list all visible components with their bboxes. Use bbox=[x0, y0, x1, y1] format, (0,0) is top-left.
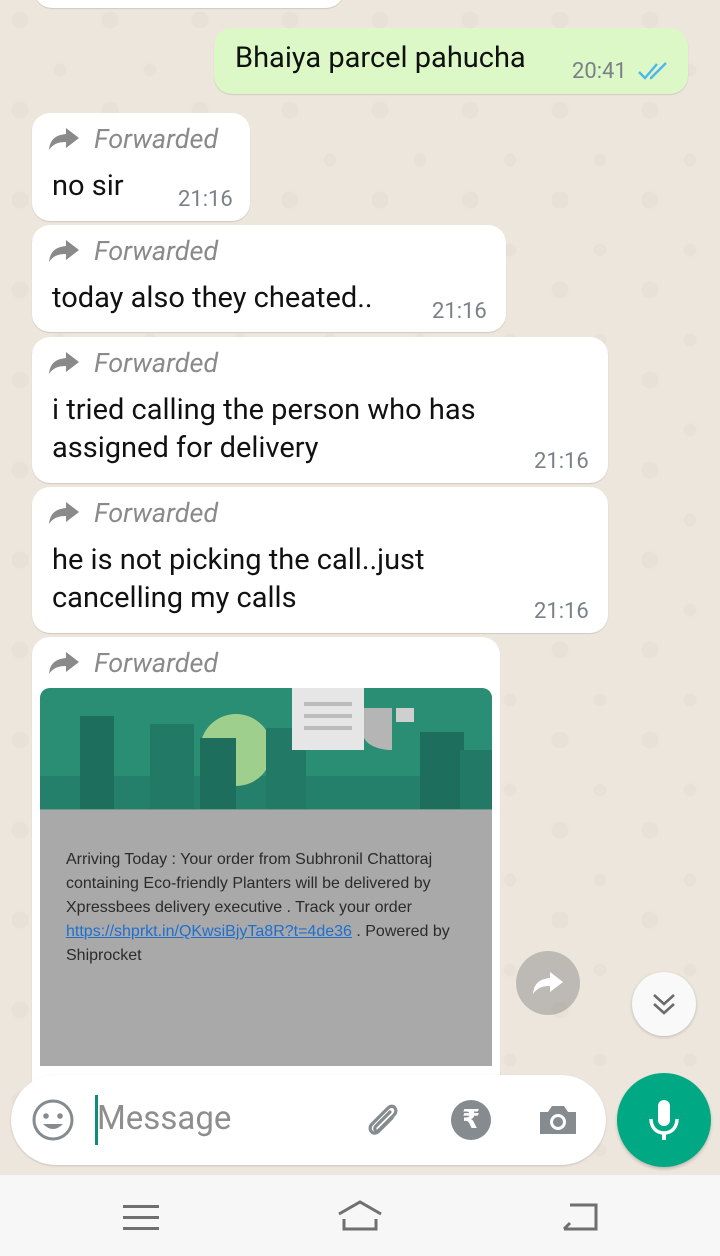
forwarded-icon bbox=[49, 352, 79, 374]
message-text: today also they cheated.. bbox=[52, 281, 373, 315]
message-time: 21:16 bbox=[178, 187, 233, 212]
menu-icon[interactable] bbox=[123, 1203, 159, 1233]
payment-button[interactable]: ₹ bbox=[451, 1100, 491, 1140]
message-time: 20:41 bbox=[572, 59, 627, 84]
microphone-icon bbox=[649, 1100, 679, 1140]
message-time: 21:16 bbox=[534, 599, 589, 624]
forwarded-icon bbox=[49, 128, 79, 150]
previous-message-bubble[interactable] bbox=[34, 0, 344, 8]
incoming-message-bubble[interactable]: Forwarded he is not picking the call..ju… bbox=[32, 487, 608, 633]
rupee-icon: ₹ bbox=[461, 1105, 481, 1135]
message-text-line: cancelling my calls bbox=[52, 581, 297, 615]
system-navigation-bar bbox=[0, 1175, 720, 1256]
forwarded-icon bbox=[49, 502, 79, 524]
message-text-line: he is not picking the call..just bbox=[52, 543, 425, 577]
paperclip-icon[interactable] bbox=[360, 1098, 404, 1142]
incoming-message-bubble[interactable]: Forwarded no sir 21:16 bbox=[32, 113, 250, 221]
forwarded-image[interactable]: Arriving Today : Your order from Subhron… bbox=[40, 688, 492, 1066]
camera-icon[interactable] bbox=[536, 1098, 580, 1142]
notification-text: Arriving Today : Your order from Subhron… bbox=[66, 851, 450, 964]
double-chevron-down-icon bbox=[653, 994, 675, 1015]
forwarded-icon bbox=[49, 652, 79, 674]
forward-icon bbox=[533, 972, 563, 994]
message-time: 21:16 bbox=[432, 299, 487, 324]
message-input[interactable]: Message bbox=[97, 1099, 231, 1138]
forwarded-label: Forwarded bbox=[48, 647, 218, 679]
forwarded-label: Forwarded bbox=[48, 497, 218, 529]
home-icon[interactable] bbox=[336, 1199, 384, 1233]
scroll-to-bottom-button[interactable] bbox=[632, 972, 696, 1036]
outgoing-message-bubble[interactable]: Bhaiya parcel pahucha 20:41 bbox=[214, 28, 688, 94]
emoji-icon[interactable] bbox=[31, 1098, 75, 1142]
incoming-media-bubble[interactable]: Forwarded Arriving Today : Your order fr… bbox=[32, 637, 500, 1097]
incoming-message-bubble[interactable]: Forwarded i tried calling the person who… bbox=[32, 337, 608, 483]
forwarded-label: Forwarded bbox=[48, 347, 218, 379]
read-ticks-icon bbox=[638, 62, 667, 80]
message-text-line: i tried calling the person who has bbox=[52, 393, 476, 427]
forwarded-label: Forwarded bbox=[48, 123, 218, 155]
message-composer[interactable]: Message ₹ bbox=[11, 1075, 606, 1165]
forwarded-label: Forwarded bbox=[48, 235, 218, 267]
message-time: 21:16 bbox=[534, 449, 589, 474]
tracking-link[interactable]: https://shprkt.in/QKwsiBjyTa8R?t=4de36 bbox=[66, 923, 352, 940]
incoming-message-bubble[interactable]: Forwarded today also they cheated.. 21:1… bbox=[32, 225, 506, 332]
message-text: Bhaiya parcel pahucha bbox=[235, 41, 526, 75]
notification-banner-illustration bbox=[40, 688, 492, 810]
message-text: no sir bbox=[52, 169, 124, 203]
message-text-line: assigned for delivery bbox=[52, 431, 319, 465]
back-icon[interactable] bbox=[560, 1201, 600, 1233]
voice-message-button[interactable] bbox=[617, 1073, 711, 1167]
forwarded-icon bbox=[49, 240, 79, 262]
forward-button[interactable] bbox=[516, 951, 580, 1015]
